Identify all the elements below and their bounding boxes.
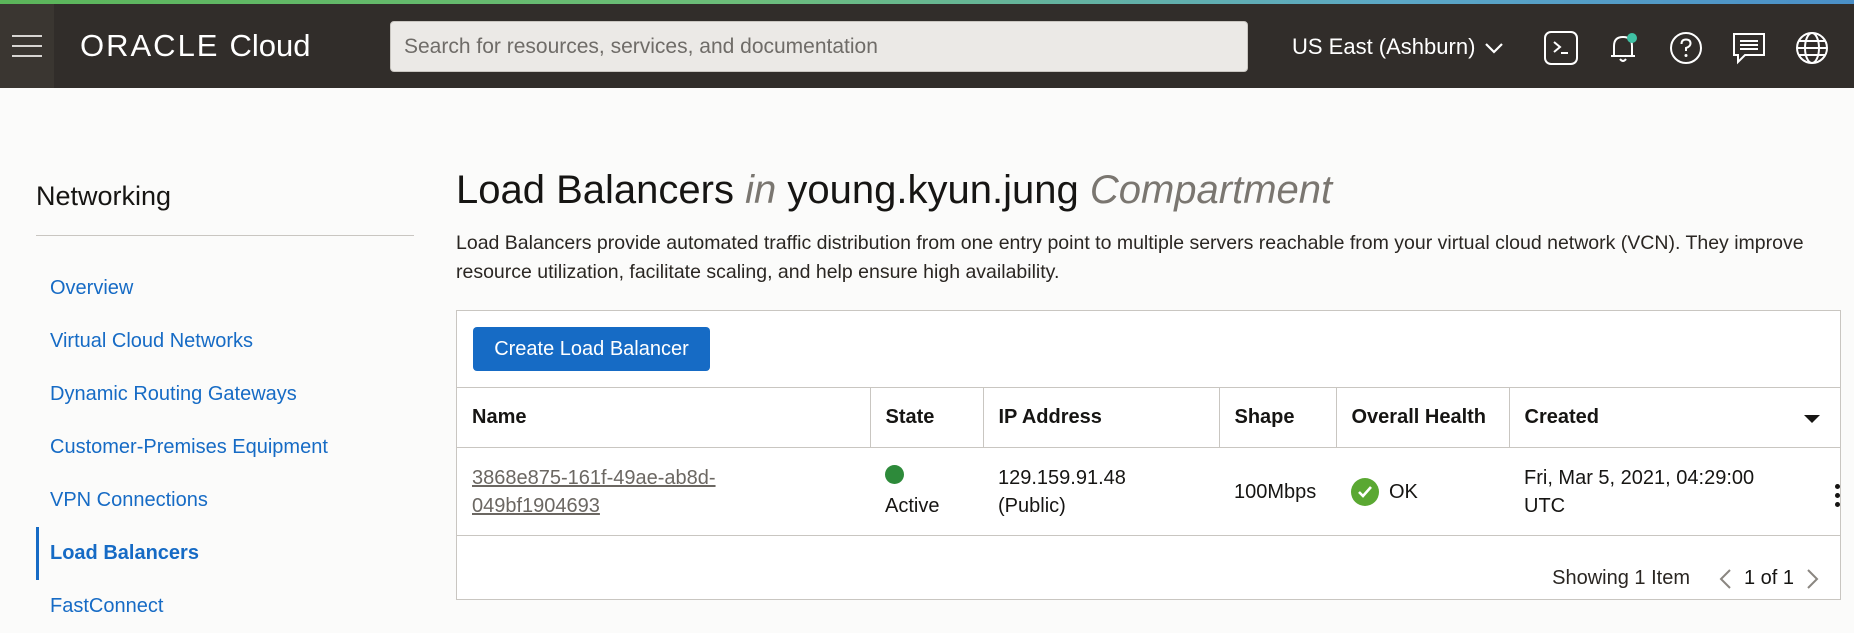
name-line-2: 049bf1904693	[472, 494, 600, 517]
brand-oracle: ORACLE	[80, 28, 220, 63]
created-line-1: Fri, Mar 5, 2021, 04:29:00	[1524, 466, 1755, 489]
name-line-1: 3868e875-161f-49ae-ab8d-	[472, 466, 716, 489]
health-label: OK	[1389, 480, 1418, 503]
column-header-overall-health[interactable]: Overall Health	[1336, 387, 1510, 448]
search-box	[390, 21, 1248, 72]
oracle-cloud-logo[interactable]: ORACLE Cloud	[80, 28, 310, 64]
sidebar-item-vpn-connections[interactable]: VPN Connections	[36, 474, 414, 527]
title-compartment-name: young.kyun.jung	[787, 168, 1079, 212]
chevron-right-icon[interactable]	[1806, 568, 1820, 590]
load-balancers-panel: Create Load Balancer Name State IP Addre…	[456, 310, 1841, 600]
sidebar-item-load-balancers[interactable]: Load Balancers	[36, 527, 414, 580]
pagination: 1 of 1	[1718, 567, 1820, 590]
cell-state: Active	[870, 447, 983, 536]
column-header-created[interactable]: Created	[1509, 387, 1840, 448]
sidebar-nav: Overview Virtual Cloud Networks Dynamic …	[36, 262, 414, 633]
load-balancers-table: Name State IP Address Shape Overall Heal…	[457, 387, 1840, 536]
cloud-shell-icon[interactable]	[1542, 29, 1580, 67]
sidebar-divider	[36, 235, 414, 236]
create-load-balancer-button[interactable]: Create Load Balancer	[473, 327, 710, 371]
title-resource: Load Balancers	[456, 168, 734, 212]
check-circle-icon	[1351, 477, 1379, 506]
notifications-bell-icon[interactable]	[1604, 29, 1642, 67]
sort-descending-icon[interactable]	[1804, 415, 1820, 423]
top-header: ORACLE Cloud US East (Ashburn)	[0, 4, 1854, 88]
row-actions-kebab-icon[interactable]	[1835, 484, 1840, 507]
page-description: Load Balancers provide automated traffic…	[456, 232, 1804, 283]
menu-icon[interactable]	[0, 4, 54, 88]
ip-line-2: (Public)	[998, 494, 1066, 517]
cell-name: 3868e875-161f-49ae-ab8d- 049bf1904693	[457, 447, 870, 536]
page-indicator: 1 of 1	[1743, 567, 1794, 589]
sidebar-title: Networking	[36, 181, 172, 211]
chevron-left-icon[interactable]	[1718, 568, 1732, 590]
column-header-created-label: Created	[1524, 406, 1599, 428]
title-in: in	[745, 168, 777, 212]
sidebar-item-overview[interactable]: Overview	[36, 262, 414, 315]
sidebar-item-customer-premises-equipment[interactable]: Customer-Premises Equipment	[36, 421, 414, 474]
cell-overall-health: OK	[1336, 447, 1509, 536]
brand-cloud: Cloud	[229, 28, 311, 63]
cell-created: Fri, Mar 5, 2021, 04:29:00 UTC	[1509, 447, 1840, 536]
sidebar-item-dynamic-routing-gateways[interactable]: Dynamic Routing Gateways	[36, 368, 414, 421]
region-selector[interactable]: US East (Ashburn)	[1292, 34, 1504, 60]
cell-shape: 100Mbps	[1219, 447, 1336, 536]
table-row: 3868e875-161f-49ae-ab8d- 049bf1904693 Ac…	[457, 447, 1840, 536]
active-status-icon	[885, 464, 904, 484]
table-footer: Showing 1 Item 1 of 1	[457, 567, 1840, 597]
showing-count: Showing 1 Item	[1552, 567, 1690, 589]
globe-language-icon[interactable]	[1793, 29, 1831, 67]
help-icon[interactable]	[1667, 29, 1705, 67]
state-label: Active	[885, 494, 940, 517]
column-header-shape[interactable]: Shape	[1219, 387, 1337, 448]
title-compartment: Compartment	[1089, 168, 1333, 212]
chevron-down-icon	[1485, 43, 1504, 54]
region-label: US East (Ashburn)	[1292, 34, 1476, 59]
load-balancer-link[interactable]: 3868e875-161f-49ae-ab8d- 049bf1904693	[472, 467, 716, 517]
column-header-state[interactable]: State	[870, 387, 984, 448]
sidebar-item-fastconnect[interactable]: FastConnect	[36, 580, 414, 633]
ip-line-1: 129.159.91.48	[998, 466, 1126, 489]
column-header-name[interactable]: Name	[457, 387, 871, 448]
cell-ip-address: 129.159.91.48 (Public)	[983, 447, 1219, 536]
chat-feedback-icon[interactable]	[1730, 29, 1768, 67]
created-line-2: UTC	[1524, 494, 1566, 517]
search-input[interactable]	[391, 22, 1247, 71]
column-header-ip-address[interactable]: IP Address	[983, 387, 1220, 448]
sidebar-item-virtual-cloud-networks[interactable]: Virtual Cloud Networks	[36, 315, 414, 368]
page-title: Load Balancers in young.kyun.jung Compar…	[456, 168, 1332, 213]
